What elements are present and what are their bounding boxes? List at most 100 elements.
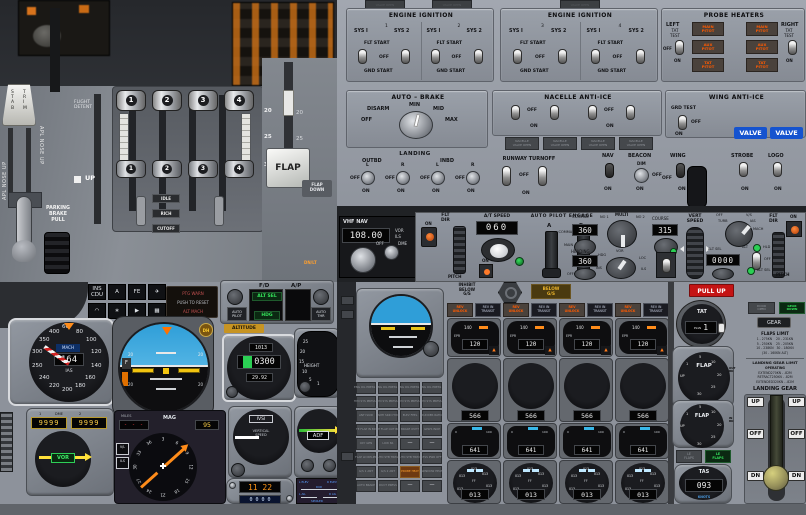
standby-adi-cage-knob[interactable] bbox=[423, 341, 439, 357]
gear-lever-shaft[interactable] bbox=[770, 395, 783, 473]
panel-toggle-button[interactable]: ✈ bbox=[148, 284, 166, 300]
throttle-lever[interactable]: 1 bbox=[116, 90, 146, 111]
clock-time: 11 22 bbox=[239, 481, 281, 493]
landing-light-switch-group[interactable]: R OFF ON bbox=[385, 163, 420, 197]
ivsi-knob[interactable] bbox=[231, 463, 245, 477]
multi-knob[interactable] bbox=[607, 220, 637, 248]
runway-turnoff-switch-l[interactable] bbox=[502, 166, 511, 186]
at-arm-switch[interactable] bbox=[479, 264, 493, 278]
ignition-switch[interactable] bbox=[591, 49, 600, 64]
logo-light-switch[interactable] bbox=[773, 162, 782, 177]
nav-mode-knob[interactable] bbox=[606, 257, 636, 279]
epr-mode-button[interactable]: ▲ bbox=[601, 346, 611, 355]
epr-bug[interactable] bbox=[647, 326, 656, 329]
ignition-switch[interactable] bbox=[558, 49, 567, 64]
dh-set-knob[interactable] bbox=[299, 381, 311, 393]
tat-test-switch-left[interactable] bbox=[675, 40, 684, 55]
gear-lever-knob[interactable] bbox=[763, 465, 789, 491]
reverser-lever[interactable]: 1 bbox=[116, 160, 146, 178]
altitude-alert-box[interactable]: PTG WARN PUSH TO RESET ALT MACH bbox=[166, 286, 218, 318]
runway-turnoff-switch-r[interactable] bbox=[538, 166, 547, 186]
vert-speed-wheel[interactable] bbox=[686, 227, 704, 279]
clock-button[interactable] bbox=[229, 482, 236, 489]
reverser-lever[interactable]: 4 bbox=[224, 160, 254, 178]
speedbrake-knob[interactable] bbox=[12, 240, 36, 262]
ignition-switch[interactable] bbox=[636, 49, 645, 64]
landing-light-switch-group[interactable]: L OFF ON bbox=[420, 163, 455, 197]
tat-knob[interactable] bbox=[718, 323, 725, 333]
ap-engage-lever-a-handle[interactable] bbox=[542, 268, 561, 278]
panel-toggle-button[interactable]: FE bbox=[128, 284, 146, 300]
panel-toggle-button[interactable]: INS CDU bbox=[88, 284, 106, 300]
ap-engage-lever-a[interactable] bbox=[545, 231, 558, 273]
approach-switch[interactable] bbox=[662, 258, 671, 273]
ap-test-button[interactable] bbox=[313, 289, 329, 305]
ignition-switch[interactable] bbox=[401, 49, 410, 64]
nacelle-anti-ice-switch-2[interactable] bbox=[550, 105, 559, 120]
fuel-lever[interactable] bbox=[214, 196, 224, 226]
panel-toggle-button[interactable]: ◠ bbox=[88, 303, 106, 319]
pitch-wheel-left[interactable] bbox=[453, 226, 466, 274]
epr-mode-button[interactable]: ▲ bbox=[489, 346, 499, 355]
pitch-mode-knob[interactable] bbox=[725, 221, 753, 247]
landing-light-knob[interactable] bbox=[361, 171, 375, 185]
landing-light-switch-group[interactable]: L OFF ON bbox=[350, 163, 385, 197]
epr-bug[interactable] bbox=[591, 326, 600, 329]
clock-button[interactable] bbox=[286, 495, 293, 502]
nacelle-anti-ice-switch-4[interactable] bbox=[626, 105, 635, 120]
egt-bug[interactable] bbox=[528, 427, 538, 430]
flt-dir-switch-right[interactable] bbox=[786, 221, 802, 237]
wing-light-switch[interactable] bbox=[676, 163, 685, 178]
flt-dir-switch-left[interactable] bbox=[421, 227, 437, 247]
epr-bug[interactable] bbox=[535, 326, 544, 329]
adf-knob[interactable] bbox=[301, 459, 314, 472]
auto-pilot-button[interactable]: AUTO PILOT bbox=[227, 307, 247, 321]
flap-lever-shaft[interactable] bbox=[283, 90, 294, 116]
nacelle-anti-ice-switch-3[interactable] bbox=[588, 105, 597, 120]
throttle-lever[interactable]: 3 bbox=[188, 90, 218, 111]
adf-knob[interactable] bbox=[323, 459, 336, 472]
nav-light-switch[interactable] bbox=[605, 163, 614, 178]
vhf-nav-mode-knob[interactable] bbox=[384, 245, 399, 260]
altimeter-baro-knob[interactable] bbox=[226, 386, 238, 398]
ignition-switch[interactable] bbox=[474, 49, 483, 64]
gear-button[interactable]: GEAR bbox=[757, 317, 791, 328]
trim-wheel[interactable] bbox=[0, 412, 13, 472]
landing-light-switch-group[interactable]: R OFF ON bbox=[455, 163, 490, 197]
ils-selector[interactable]: ILS bbox=[116, 457, 129, 469]
egt-bug[interactable] bbox=[584, 427, 594, 430]
ignition-switch[interactable] bbox=[358, 49, 367, 64]
landing-light-knob[interactable] bbox=[466, 171, 480, 185]
egt-bug[interactable] bbox=[640, 427, 650, 430]
epr-bug[interactable] bbox=[479, 326, 488, 329]
landing-light-knob[interactable] bbox=[431, 171, 445, 185]
fd-test-button[interactable] bbox=[227, 289, 243, 305]
epr-mode-button[interactable]: ▲ bbox=[545, 346, 555, 355]
egt-bug[interactable] bbox=[472, 427, 482, 430]
reverser-lever[interactable]: 2 bbox=[152, 160, 182, 178]
throttle-lever[interactable]: 4 bbox=[224, 90, 254, 111]
auto-thr-button[interactable]: AUTO THR bbox=[311, 307, 331, 321]
strobe-light-switch[interactable] bbox=[739, 162, 748, 177]
panel-lock-handle[interactable] bbox=[687, 166, 707, 208]
asi-speed-bug[interactable] bbox=[64, 323, 74, 330]
ignition-switch[interactable] bbox=[513, 49, 522, 64]
parking-brake-handle[interactable] bbox=[44, 232, 70, 274]
panel-toggle-button[interactable]: A bbox=[108, 284, 126, 300]
vl-selector[interactable]: V/L bbox=[116, 443, 129, 455]
auto-brake-knob[interactable] bbox=[399, 111, 433, 139]
stab-trim-lever-shaft[interactable] bbox=[50, 8, 60, 92]
throttle-lever[interactable]: 2 bbox=[152, 90, 182, 111]
beacon-light-knob[interactable] bbox=[634, 168, 649, 183]
reverser-lever[interactable]: 3 bbox=[188, 160, 218, 178]
tat-test-switch-right[interactable] bbox=[788, 40, 797, 55]
wing-anti-ice-switch[interactable] bbox=[678, 115, 687, 130]
nacelle-anti-ice-switch-1[interactable] bbox=[511, 105, 520, 120]
fuel-lever[interactable] bbox=[136, 196, 146, 226]
epr-mode-button[interactable]: ▲ bbox=[657, 346, 667, 355]
landing-light-knob[interactable] bbox=[396, 171, 410, 185]
alt-sel-knob[interactable] bbox=[712, 268, 734, 280]
heading-knob[interactable] bbox=[574, 268, 596, 280]
vhf-nav-tune-knob[interactable] bbox=[350, 247, 376, 273]
ignition-switch[interactable] bbox=[431, 49, 440, 64]
